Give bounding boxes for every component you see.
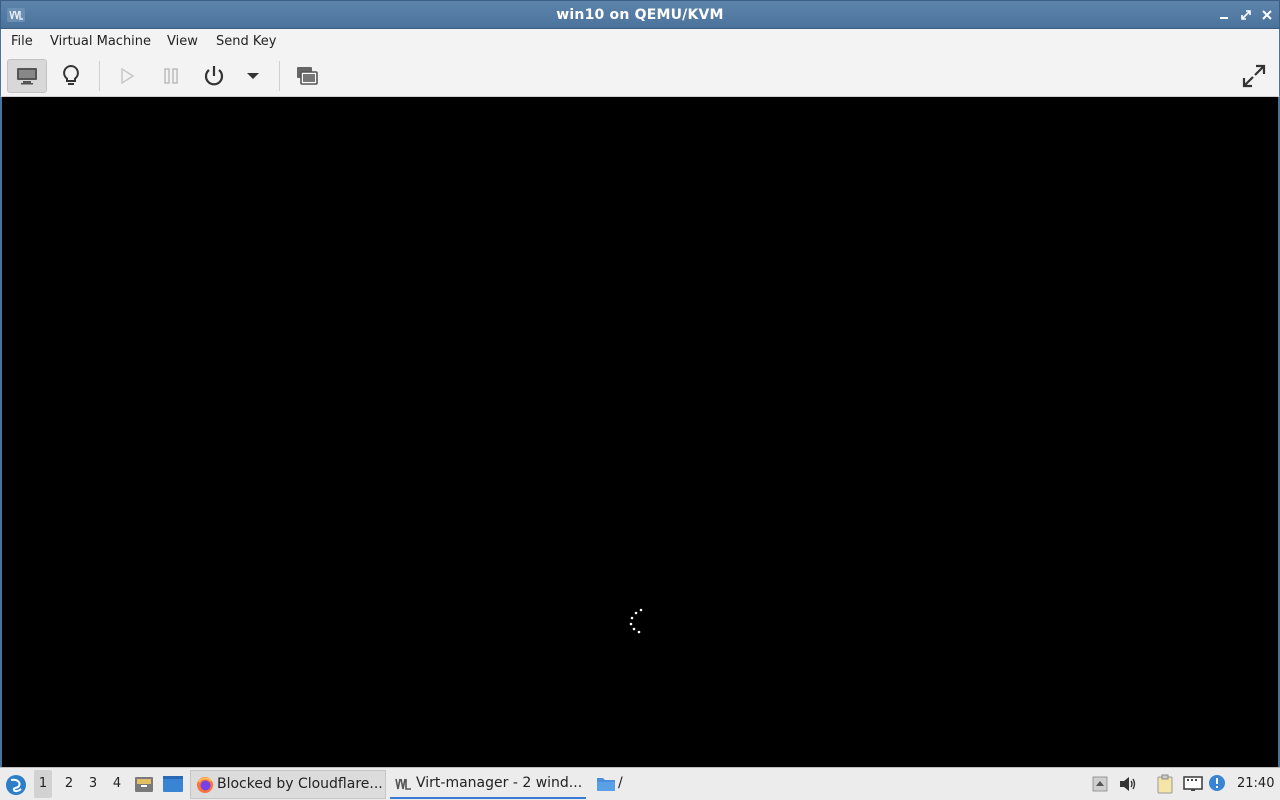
clock[interactable]: 21:40	[1237, 776, 1274, 791]
menu-view[interactable]: View	[167, 34, 198, 49]
toolbar-separator	[279, 61, 280, 91]
power-icon	[204, 66, 224, 86]
play-icon	[121, 67, 135, 85]
run-button[interactable]	[107, 59, 147, 93]
toolbar	[0, 55, 1280, 97]
clipboard-icon[interactable]	[1156, 774, 1174, 794]
task-firefox[interactable]: Blocked by Cloudflare...	[190, 770, 386, 799]
workspace-2[interactable]: 2	[60, 776, 78, 791]
workspace-3[interactable]: 3	[84, 776, 102, 791]
volume-icon[interactable]	[1118, 775, 1138, 793]
file-manager-launcher-icon[interactable]	[134, 775, 154, 793]
firefox-icon	[197, 777, 213, 793]
network-icon[interactable]	[1182, 775, 1204, 793]
fullscreen-button[interactable]	[1234, 59, 1274, 93]
window-titlebar[interactable]: win10 on QEMU/KVM	[0, 0, 1280, 29]
snapshots-button[interactable]	[287, 59, 327, 93]
chevron-down-icon	[247, 73, 259, 79]
notification-icon[interactable]	[1208, 774, 1226, 792]
menu-virtual-machine[interactable]: Virtual Machine	[50, 34, 151, 49]
taskbar: 1 2 3 4 Blocked by Cloudflare... Virt-ma…	[0, 767, 1280, 800]
vm-display[interactable]	[0, 97, 1280, 767]
task-label: Virt-manager - 2 wind...	[416, 775, 583, 791]
pause-icon	[164, 68, 178, 84]
tray-expand-icon[interactable]	[1092, 776, 1108, 792]
workspace-1[interactable]: 1	[34, 770, 52, 798]
shutdown-button[interactable]	[194, 59, 234, 93]
menubar: File Virtual Machine View Send Key	[0, 29, 1280, 55]
monitor-icon	[17, 68, 37, 85]
show-desktop-icon[interactable]	[162, 775, 184, 793]
task-virt-manager[interactable]: Virt-manager - 2 wind...	[390, 770, 586, 799]
snapshots-icon	[297, 67, 318, 85]
task-folder[interactable]: /	[592, 770, 652, 799]
loading-spinner-icon	[629, 608, 643, 634]
minimize-icon[interactable]	[1216, 7, 1232, 23]
menu-file[interactable]: File	[11, 34, 33, 49]
maximize-icon[interactable]	[1238, 7, 1254, 23]
task-label: Blocked by Cloudflare...	[217, 776, 383, 792]
fullscreen-icon	[1242, 64, 1266, 88]
folder-icon	[597, 778, 615, 791]
close-icon[interactable]	[1259, 7, 1275, 23]
virt-manager-icon	[395, 778, 411, 790]
window-title: win10 on QEMU/KVM	[556, 7, 724, 23]
console-view-button[interactable]	[7, 59, 47, 93]
menu-send-key[interactable]: Send Key	[216, 34, 276, 49]
shutdown-menu-button[interactable]	[233, 59, 273, 93]
lightbulb-icon	[63, 64, 79, 85]
start-menu-icon[interactable]	[5, 774, 27, 796]
pause-button[interactable]	[151, 59, 191, 93]
task-label: /	[618, 775, 623, 791]
details-view-button[interactable]	[51, 59, 91, 93]
workspace-4[interactable]: 4	[108, 776, 126, 791]
toolbar-separator	[99, 61, 100, 91]
